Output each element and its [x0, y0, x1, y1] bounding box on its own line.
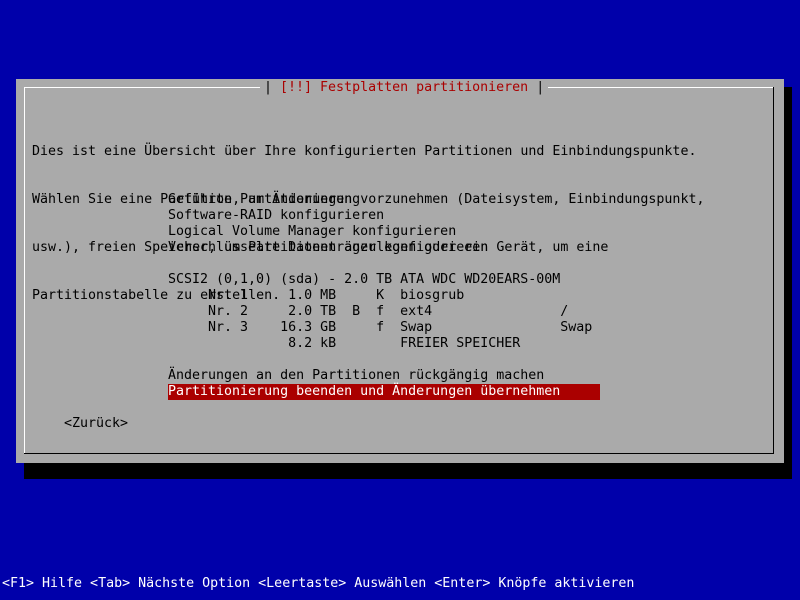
menu-item-guided-partitioning[interactable]: Geführte Partitionierung [168, 192, 600, 208]
partition-entry-3[interactable]: Nr. 3 16.3 GB f Swap Swap [168, 320, 600, 336]
disk-entry-sda[interactable]: SCSI2 (0,1,0) (sda) - 2.0 TB ATA WDC WD2… [168, 272, 600, 288]
menu-spacer [168, 256, 600, 272]
partition-menu: Geführte Partitionierung Software-RAID k… [168, 192, 600, 400]
intro-line: Dies ist eine Übersicht über Ihre konfig… [32, 144, 697, 159]
dialog-frame-left [24, 87, 25, 453]
partition-entry-2[interactable]: Nr. 2 2.0 TB B f ext4 / [168, 304, 600, 320]
partition-entry-1[interactable]: Nr. 1 1.0 MB K biosgrub [168, 288, 600, 304]
menu-item-software-raid[interactable]: Software-RAID konfigurieren [168, 208, 600, 224]
dialog-frame-right [773, 87, 774, 454]
menu-item-undo-changes[interactable]: Änderungen an den Partitionen rückgängig… [168, 368, 600, 384]
menu-item-lvm[interactable]: Logical Volume Manager konfigurieren [168, 224, 600, 240]
free-space-entry[interactable]: 8.2 kB FREIER SPEICHER [168, 336, 600, 352]
partition-dialog: | [!!] Festplatten partitionieren | Dies… [16, 79, 784, 463]
menu-item-encrypted-volumes[interactable]: Verschlüsselte Datenträger konfigurieren [168, 240, 600, 256]
dialog-title: | [!!] Festplatten partitionieren | [260, 80, 549, 96]
keyboard-help-bar: <F1> Hilfe <Tab> Nächste Option <Leertas… [2, 576, 635, 591]
back-button[interactable]: <Zurück> [64, 416, 128, 432]
menu-spacer [168, 352, 600, 368]
menu-item-finish-partitioning[interactable]: Partitionierung beenden und Änderungen ü… [168, 384, 600, 400]
dialog-title-text: [!!] Festplatten partitionieren [280, 80, 529, 95]
dialog-frame-bottom [24, 453, 774, 454]
